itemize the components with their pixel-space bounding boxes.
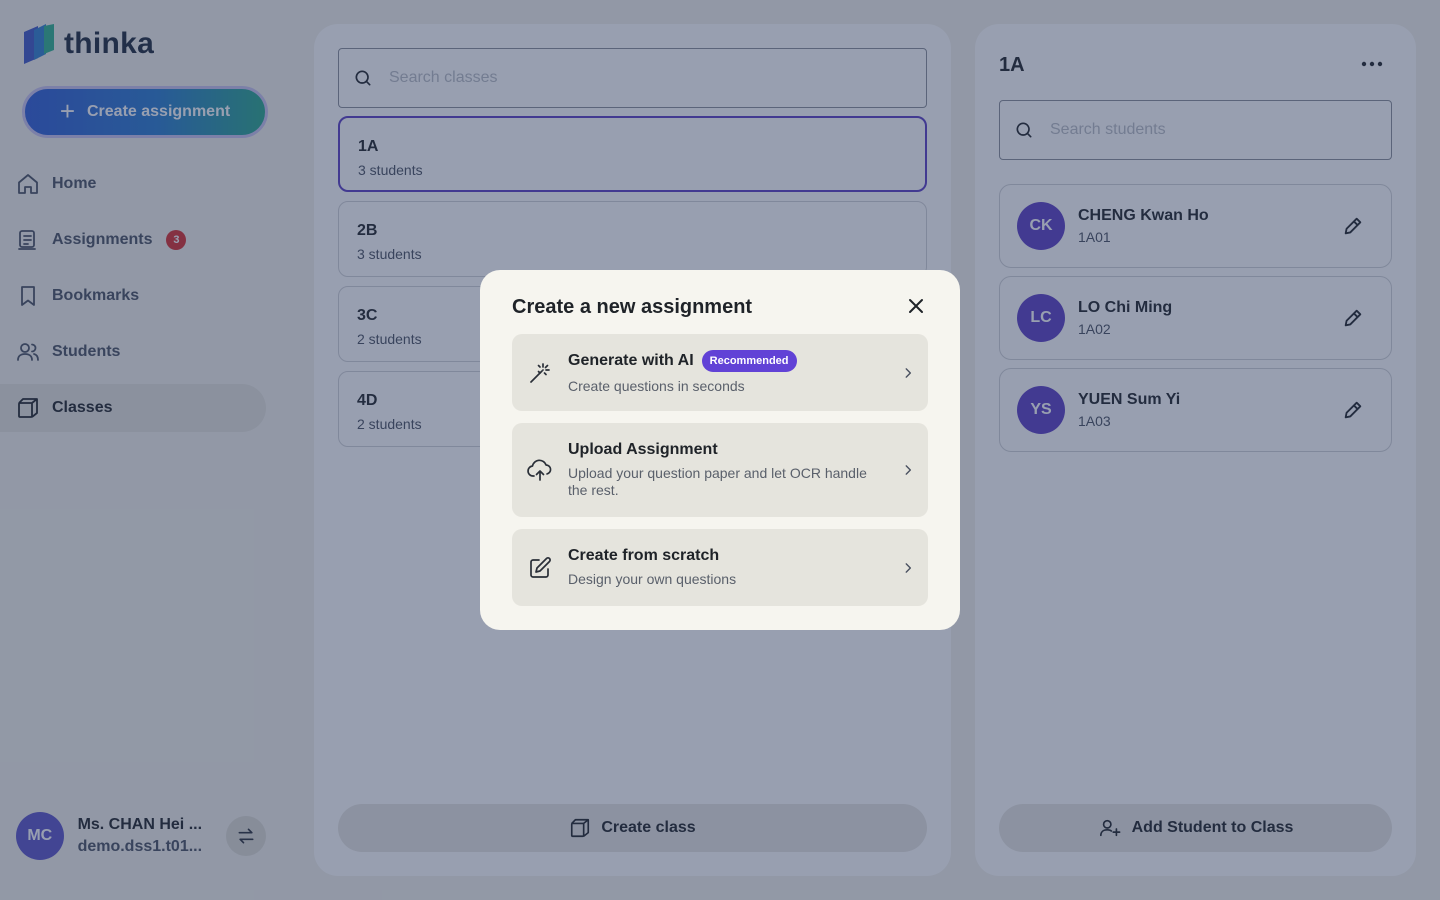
option-description: Design your own questions	[568, 571, 737, 587]
create-assignment-modal: Create a new assignment Generate with AI…	[480, 270, 960, 630]
option-description: Upload your question paper and let OCR h…	[568, 465, 867, 498]
chevron-right-icon	[888, 366, 928, 380]
chevron-right-icon	[888, 463, 928, 477]
close-icon	[909, 299, 923, 313]
option-description: Create questions in seconds	[568, 378, 745, 394]
close-modal-button[interactable]	[904, 294, 928, 318]
chevron-right-icon	[888, 561, 928, 575]
generate-with-ai-option[interactable]: Generate with AI Recommended Create ques…	[512, 334, 928, 411]
edit-square-icon	[512, 556, 568, 580]
option-body: Generate with AI Recommended Create ques…	[568, 350, 888, 395]
recommended-badge: Recommended	[701, 350, 797, 372]
cloud-upload-icon	[512, 458, 568, 482]
option-title: Create from scratch	[568, 547, 720, 564]
create-from-scratch-option[interactable]: Create from scratch Design your own ques…	[512, 529, 928, 606]
modal-title: Create a new assignment	[512, 296, 753, 318]
option-title: Upload Assignment	[568, 441, 718, 458]
upload-assignment-option[interactable]: Upload Assignment Upload your question p…	[512, 423, 928, 517]
magic-wand-icon	[512, 361, 568, 385]
option-title-row: Generate with AI Recommended	[568, 350, 888, 372]
option-title: Generate with AI	[568, 352, 694, 369]
option-body: Upload Assignment Upload your question p…	[568, 441, 888, 499]
option-body: Create from scratch Design your own ques…	[568, 547, 888, 588]
